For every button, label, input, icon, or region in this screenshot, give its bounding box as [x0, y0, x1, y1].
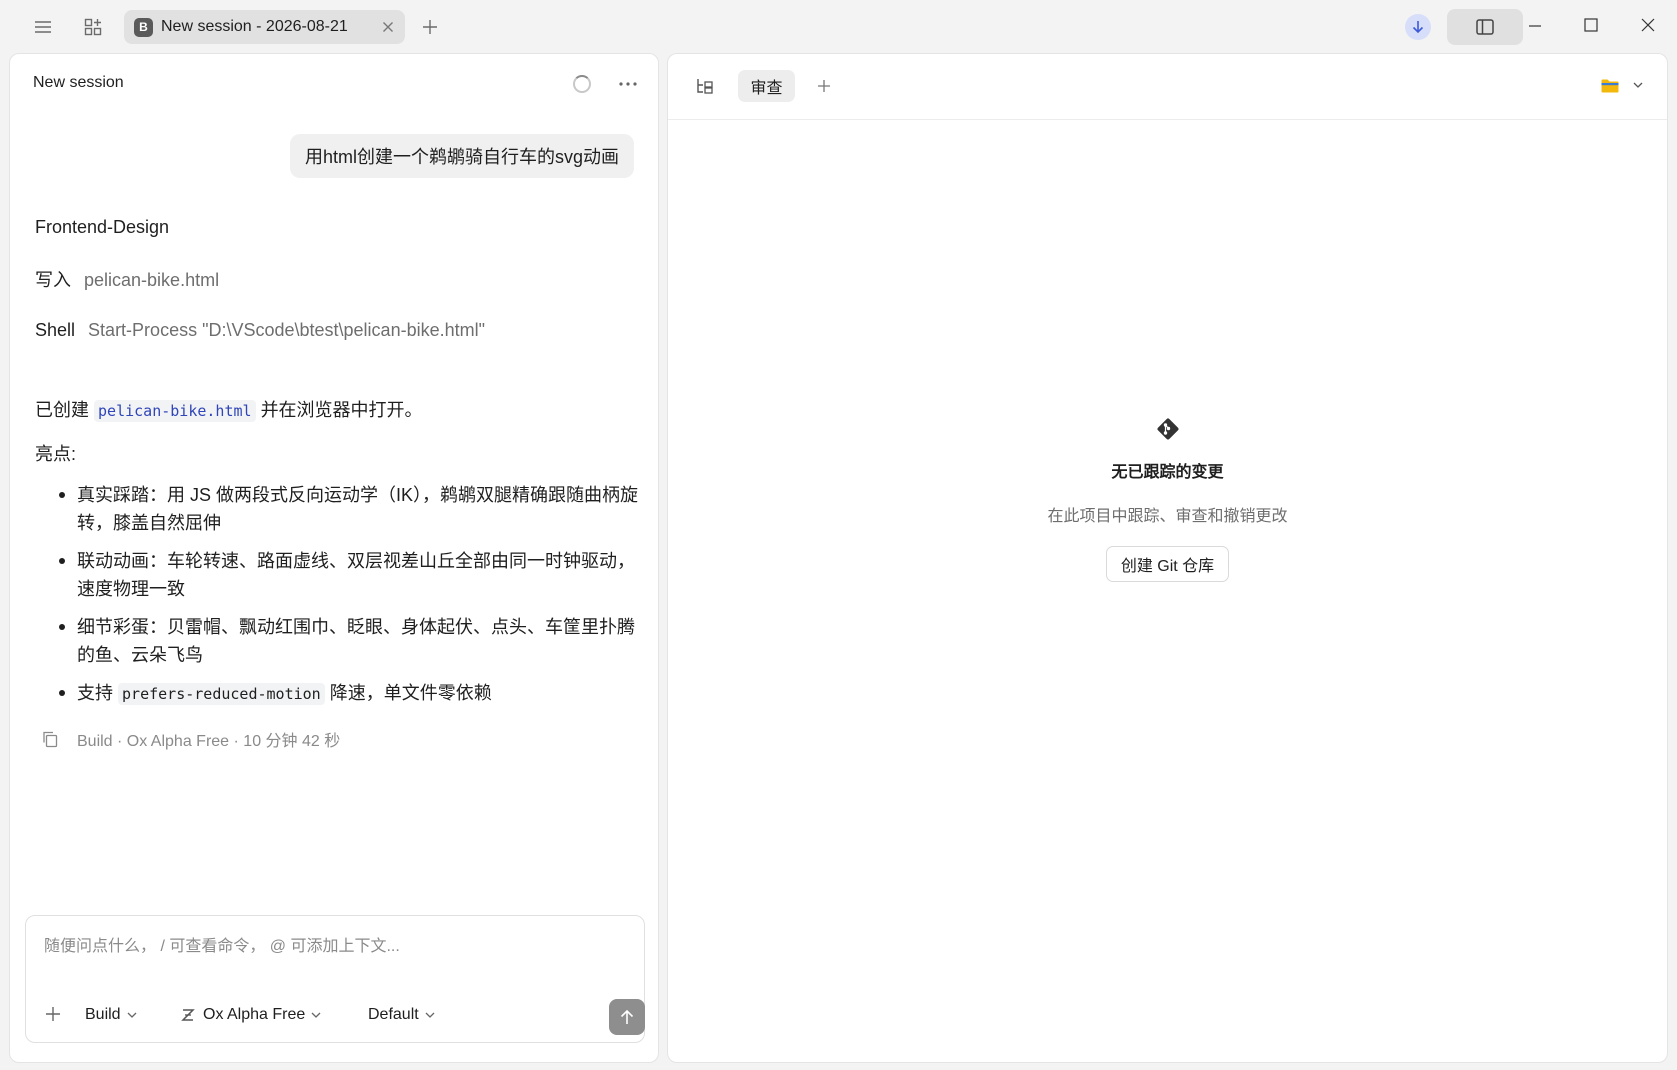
tab-badge-icon: B: [134, 17, 153, 37]
review-panel: 审查 无已跟踪的变更 在此项目中跟踪、审查和撤销更改 创建 Git 仓库: [667, 53, 1668, 1063]
highlights-list: 真实踩踏：用 JS 做两段式反向运动学（IK），鹈鹕双腿精确跟随曲柄旋转，膝盖自…: [55, 481, 645, 718]
folder-icon[interactable]: [1601, 76, 1621, 94]
variant-select[interactable]: Default: [368, 1002, 435, 1028]
created-suffix: 并在浏览器中打开。: [260, 400, 423, 420]
prompt-input[interactable]: [44, 934, 604, 960]
tab-review[interactable]: 审查: [738, 70, 795, 102]
list-item: 真实踩踏：用 JS 做两段式反向运动学（IK），鹈鹕双腿精确跟随曲柄旋转，膝盖自…: [55, 481, 645, 537]
review-header: 审查: [668, 54, 1667, 120]
empty-state: 无已跟踪的变更 在此项目中跟踪、审查和撤销更改 创建 Git 仓库: [668, 416, 1667, 582]
write-tool-row[interactable]: 写入 pelican-bike.html: [35, 266, 219, 292]
window-close-icon[interactable]: [1636, 13, 1660, 37]
created-file-code: pelican-bike.html: [94, 400, 256, 422]
composer: Build Ox Alpha Free Default: [25, 915, 645, 1043]
add-tab-plus-icon[interactable]: [812, 74, 836, 98]
copy-icon[interactable]: [41, 728, 63, 750]
empty-state-title: 无已跟踪的变更: [1111, 464, 1224, 481]
shell-tool-row[interactable]: Shell Start-Process "D:\VScode\btest\pel…: [35, 320, 485, 341]
highlights-label: 亮点:: [35, 444, 77, 464]
bullet-suffix: 降速，单文件零依赖: [329, 683, 492, 703]
skill-label: Frontend-Design: [35, 217, 170, 237]
tab-title: New session - 2026-08-21: [161, 18, 348, 35]
model-select[interactable]: Ox Alpha Free: [181, 1002, 321, 1028]
chevron-down-icon[interactable]: [1633, 77, 1647, 93]
chat-header: New session: [10, 54, 658, 116]
minimize-icon[interactable]: [1523, 14, 1547, 38]
created-prefix: 已创建: [35, 400, 89, 420]
user-message: 用html创建一个鹈鹕骑自行车的svg动画: [289, 134, 634, 178]
arrow-up-icon: [620, 1009, 634, 1024]
list-item: 支持 prefers-reduced-motion 降速，单文件零依赖: [55, 679, 645, 708]
result-line: 已创建 pelican-bike.html 并在浏览器中打开。: [35, 396, 423, 422]
title-bar: B New session - 2026-08-21: [0, 0, 1677, 52]
sidebar-toggle-icon[interactable]: [1447, 9, 1523, 45]
agent-select[interactable]: Build: [85, 1002, 137, 1028]
model-select-label: Ox Alpha Free: [203, 1006, 306, 1023]
download-icon[interactable]: [1405, 14, 1431, 40]
menu-icon[interactable]: [32, 16, 54, 38]
chevron-down-icon: [311, 1012, 321, 1018]
file-tree-icon[interactable]: [693, 74, 717, 98]
write-file: pelican-bike.html: [84, 270, 220, 290]
model-icon: [181, 1008, 195, 1022]
maximize-icon[interactable]: [1579, 13, 1603, 37]
create-git-repo-button[interactable]: 创建 Git 仓库: [1105, 546, 1230, 582]
loading-spinner-icon: [573, 75, 591, 93]
git-icon: [1155, 416, 1181, 442]
empty-state-subtitle: 在此项目中跟踪、审查和撤销更改: [1047, 508, 1288, 525]
session-tab[interactable]: B New session - 2026-08-21: [124, 10, 405, 44]
shell-label: Shell: [35, 320, 76, 340]
shell-command: Start-Process "D:\VScode\btest\pelican-b…: [88, 320, 485, 340]
send-button[interactable]: [609, 999, 645, 1035]
list-item: 联动动画：车轮转速、路面虚线、双层视差山丘全部由同一时钟驱动，速度物理一致: [55, 547, 645, 603]
list-item: 细节彩蛋：贝雷帽、飘动红围巾、眨眼、身体起伏、点头、车筐里扑腾的鱼、云朵飞鸟: [55, 613, 645, 669]
close-icon[interactable]: [379, 18, 397, 36]
agent-select-label: Build: [85, 1006, 121, 1023]
session-title: New session: [33, 74, 124, 91]
chat-panel: New session 用html创建一个鹈鹕骑自行车的svg动画 Fronte…: [9, 53, 659, 1063]
chevron-down-icon: [425, 1012, 435, 1018]
more-options-icon[interactable]: [616, 72, 640, 96]
new-tab-plus-icon[interactable]: [419, 16, 441, 38]
variant-select-label: Default: [368, 1006, 419, 1023]
write-label: 写入: [35, 270, 71, 290]
bullet-prefix: 支持: [77, 683, 113, 703]
reduced-motion-code: prefers-reduced-motion: [118, 683, 325, 705]
layout-grid-icon[interactable]: [82, 16, 104, 38]
message-meta: Build · Ox Alpha Free · 10 分钟 42 秒: [41, 727, 340, 751]
meta-text: Build · Ox Alpha Free · 10 分钟 42 秒: [77, 733, 341, 750]
chevron-down-icon: [127, 1012, 137, 1018]
add-attachment-plus-icon[interactable]: [42, 1003, 64, 1025]
